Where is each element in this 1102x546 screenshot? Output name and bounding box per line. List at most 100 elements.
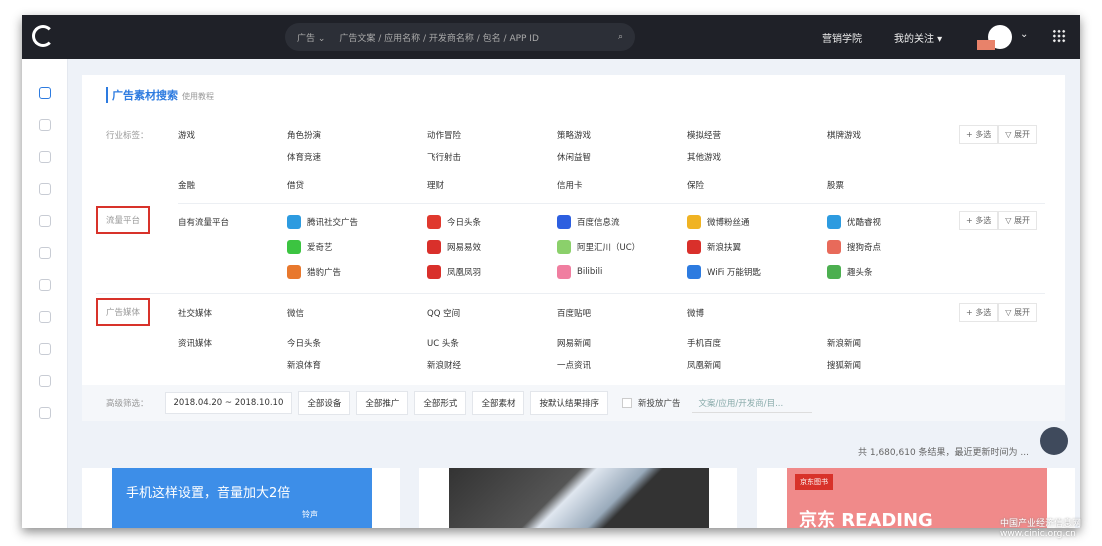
traffic-group[interactable]: 自有流量平台 (178, 216, 229, 228)
traffic-platform-item[interactable]: 凤凰凤羽 (427, 265, 481, 279)
chevron-down-icon[interactable]: ⌄ (1020, 29, 1028, 40)
industry-tag[interactable]: 动作冒险 (427, 129, 461, 141)
expand-button[interactable]: ▽ 展开 (998, 303, 1037, 322)
media-tag[interactable]: 百度贴吧 (557, 307, 591, 319)
rocket-icon[interactable] (1040, 427, 1068, 455)
sidebar-icon-circle[interactable] (38, 151, 51, 163)
media-tag[interactable]: 一点资讯 (557, 359, 591, 371)
industry-tag[interactable]: 策略游戏 (557, 129, 591, 141)
sidebar-icon-globe[interactable] (38, 215, 51, 227)
platform-name: 网易易效 (447, 243, 482, 253)
platform-name: 搜狗奇点 (847, 243, 882, 253)
traffic-platform-item[interactable]: 网易易效 (427, 240, 481, 254)
multi-select-button[interactable]: + 多选 (959, 125, 999, 144)
industry-tag[interactable]: 股票 (827, 179, 844, 191)
multi-select-button[interactable]: + 多选 (959, 211, 999, 230)
industry-tag[interactable]: 保险 (687, 179, 704, 191)
search-icon[interactable]: ⌕ (618, 32, 623, 42)
apps-grid-icon[interactable] (1052, 29, 1066, 43)
platform-name: 猎豹广告 (307, 268, 342, 278)
ad-card[interactable] (419, 468, 737, 528)
sidebar-icon-home[interactable] (38, 279, 51, 291)
new-ads-label: 新投放广告 (637, 399, 681, 409)
help-link[interactable]: 使用教程 (182, 92, 214, 101)
traffic-platform-item[interactable]: WiFi 万能钥匙 (687, 265, 761, 279)
traffic-platform-item[interactable]: Bilibili (557, 265, 602, 279)
category-1[interactable]: 金融 (178, 179, 195, 191)
traffic-platform-item[interactable]: 爱奇艺 (287, 240, 333, 254)
sidebar-icon-search[interactable] (38, 87, 51, 99)
category-0[interactable]: 游戏 (178, 129, 195, 141)
media-tag[interactable]: 新浪财经 (427, 359, 461, 371)
media-tag[interactable]: 网易新闻 (557, 337, 591, 349)
sidebar-icon-list[interactable] (38, 343, 51, 355)
date-range-picker[interactable]: 2018.04.20 ~ 2018.10.10 (164, 392, 293, 414)
ad-subtext: 铃声 (302, 510, 318, 519)
sidebar-icon-mail[interactable] (38, 119, 51, 131)
platform-name: 爱奇艺 (307, 243, 333, 253)
user-badge (977, 40, 995, 50)
industry-tag[interactable]: 角色扮演 (287, 129, 321, 141)
media-tag[interactable]: QQ 空间 (427, 307, 460, 319)
traffic-platform-item[interactable]: 猎豹广告 (287, 265, 341, 279)
sidebar-icon-clock[interactable] (38, 311, 51, 323)
material-select[interactable]: 全部素材 (472, 391, 525, 415)
industry-tag[interactable]: 其他游戏 (687, 151, 721, 163)
industry-tag[interactable]: 模拟经营 (687, 129, 721, 141)
new-ads-checkbox[interactable] (621, 398, 632, 408)
search-bar[interactable]: 广告 ⌄ 广告文案 / 应用名称 / 开发商名称 / 包名 / APP ID ⌕ (285, 23, 635, 51)
traffic-platform-item[interactable]: 百度信息流 (557, 215, 620, 229)
media-tag[interactable]: 凤凰新闻 (687, 359, 721, 371)
nav-my-follow[interactable]: 我的关注 ▾ (894, 30, 942, 45)
platform-logo-icon (687, 265, 701, 279)
industry-tag[interactable]: 飞行射击 (427, 151, 461, 163)
industry-tag[interactable]: 信用卡 (557, 179, 583, 191)
multi-select-button[interactable]: + 多选 (959, 303, 999, 322)
industry-tag[interactable]: 休闲益智 (557, 151, 591, 163)
industry-tag[interactable]: 体育竞速 (287, 151, 321, 163)
sort-select[interactable]: 按默认结果排序 (530, 391, 608, 415)
media-tag[interactable]: UC 头条 (427, 337, 459, 349)
industry-tag[interactable]: 理财 (427, 179, 444, 191)
sidebar-icon-doc[interactable] (38, 183, 51, 195)
row-actions: + 多选 ▽ 展开 (959, 211, 1037, 230)
expand-button[interactable]: ▽ 展开 (998, 125, 1037, 144)
media-tag[interactable]: 新浪体育 (287, 359, 321, 371)
media-tag[interactable]: 微信 (287, 307, 304, 319)
ad-card[interactable]: 手机这样设置，音量加大2倍 铃声 (82, 468, 400, 528)
media-tag[interactable]: 手机百度 (687, 337, 721, 349)
platform-logo-icon (827, 265, 841, 279)
app-window: 广告 ⌄ 广告文案 / 应用名称 / 开发商名称 / 包名 / APP ID ⌕… (22, 15, 1080, 528)
nav-academy[interactable]: 营销学院 (822, 30, 862, 45)
industry-tag[interactable]: 棋牌游戏 (827, 129, 861, 141)
expand-button[interactable]: ▽ 展开 (998, 211, 1037, 230)
device-select[interactable]: 全部设备 (298, 391, 351, 415)
traffic-platform-item[interactable]: 搜狗奇点 (827, 240, 881, 254)
platform-logo-icon (427, 215, 441, 229)
media-group-1[interactable]: 资讯媒体 (178, 337, 212, 349)
industry-tag[interactable]: 借贷 (287, 179, 304, 191)
media-group-0[interactable]: 社交媒体 (178, 307, 212, 319)
traffic-platform-item[interactable]: 优酷睿视 (827, 215, 881, 229)
sidebar-icon-settings[interactable] (38, 407, 51, 419)
filter-search-input[interactable]: 文案/应用/开发商/目... (692, 394, 813, 413)
media-tag[interactable]: 新浪新闻 (827, 337, 861, 349)
form-select[interactable]: 全部形式 (414, 391, 467, 415)
logo-icon[interactable] (32, 25, 54, 47)
search-type-dropdown[interactable]: 广告 ⌄ (297, 31, 325, 44)
media-tag[interactable]: 搜狐新闻 (827, 359, 861, 371)
traffic-platform-item[interactable]: 腾讯社交广告 (287, 215, 358, 229)
traffic-platform-item[interactable]: 新浪扶翼 (687, 240, 741, 254)
search-input[interactable]: 广告文案 / 应用名称 / 开发商名称 / 包名 / APP ID (339, 31, 604, 44)
promo-select[interactable]: 全部推广 (356, 391, 409, 415)
traffic-platform-item[interactable]: 趣头条 (827, 265, 873, 279)
traffic-platform-item[interactable]: 微博粉丝通 (687, 215, 750, 229)
media-tag[interactable]: 微博 (687, 307, 704, 319)
traffic-platform-item[interactable]: 阿里汇川（UC） (557, 240, 640, 254)
sidebar-icon-star[interactable] (38, 375, 51, 387)
sidebar-icon-box[interactable] (38, 247, 51, 259)
media-tag[interactable]: 今日头条 (287, 337, 321, 349)
platform-logo-icon (557, 240, 571, 254)
platform-logo-icon (287, 240, 301, 254)
traffic-platform-item[interactable]: 今日头条 (427, 215, 481, 229)
